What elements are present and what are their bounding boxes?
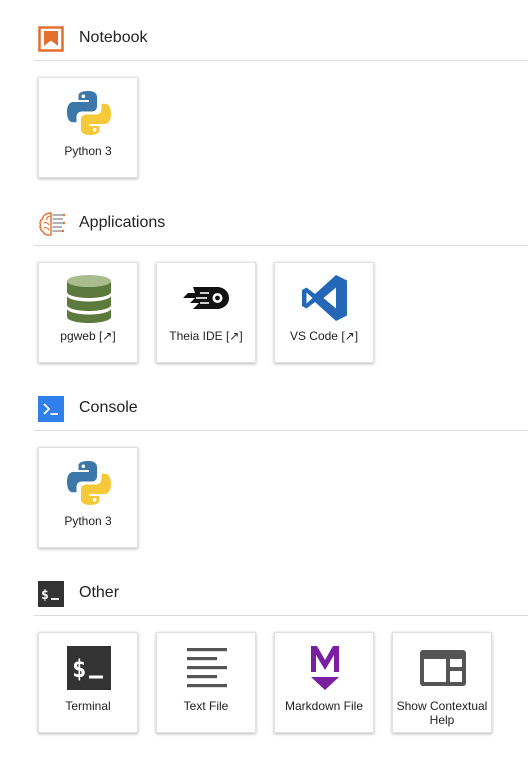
text-file-icon [181,642,233,694]
launcher-card-pgweb[interactable]: pgweb [↗] [38,262,138,363]
launcher-card-show-contextual-help[interactable]: Show Contextual Help [392,632,492,733]
card-label: Show Contextual Help [396,699,488,727]
launcher-card-notebook-python3[interactable]: Python 3 [38,77,138,178]
svg-text:$: $ [41,588,49,603]
card-label: Markdown File [284,699,364,713]
launcher-card-text-file[interactable]: Text File [156,632,256,733]
card-label: Terminal [65,699,111,713]
card-label: Theia IDE [↗] [169,329,243,343]
markdown-icon [299,642,351,694]
section-title-notebook: Notebook [79,29,148,46]
contextual-help-icon [417,642,469,694]
svg-text:$: $ [72,655,86,683]
notebook-icon [38,26,64,52]
notebook-section-header: Notebook [34,14,528,61]
card-label: Text File [183,699,229,713]
launcher-card-theia-ide[interactable]: Theia IDE [↗] [156,262,256,363]
python-logo-icon [63,87,115,139]
card-label: Python 3 [64,144,112,158]
section-title-applications: Applications [79,214,166,231]
launcher-card-vs-code[interactable]: VS Code [↗] [274,262,374,363]
launcher-card-terminal[interactable]: $ Terminal [38,632,138,733]
launcher-card-console-python3[interactable]: Python 3 [38,447,138,548]
section-title-console: Console [79,399,138,416]
card-label: pgweb [↗] [60,329,116,343]
card-label: VS Code [↗] [289,329,359,343]
console-icon [38,396,64,422]
python-logo-icon [63,457,115,509]
terminal-icon: $ [63,642,115,694]
launcher-card-markdown-file[interactable]: Markdown File [274,632,374,733]
applications-section-header: Applications [34,199,528,246]
console-section-header: Console [34,384,528,431]
applications-brain-icon [38,211,66,237]
terminal-icon: $ [38,581,64,607]
vscode-icon [299,272,351,324]
theia-icon [181,272,233,324]
card-label: Python 3 [64,514,112,528]
other-section-header: $ Other [34,569,528,616]
database-icon [63,272,115,324]
section-title-other: Other [79,584,120,601]
